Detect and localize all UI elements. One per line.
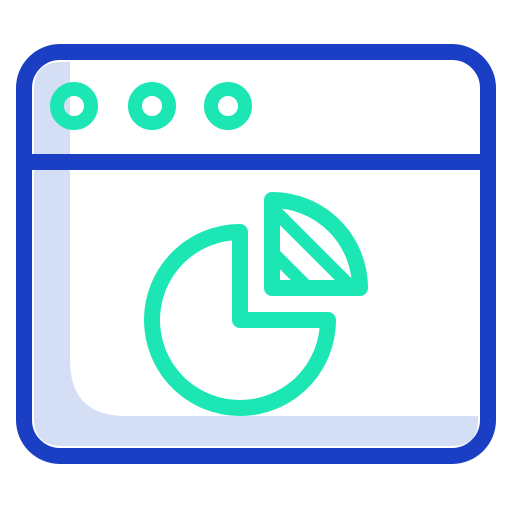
browser-window-pie-chart-icon xyxy=(0,0,512,512)
pie-chart-detached-slice xyxy=(264,192,368,296)
window-dot-icon xyxy=(50,82,98,130)
icon-graphic xyxy=(16,44,496,464)
window-dot-icon xyxy=(204,82,252,130)
pie-chart-main-slice xyxy=(144,224,336,416)
window-dot-icon xyxy=(128,82,176,130)
window-shadow xyxy=(34,62,478,446)
